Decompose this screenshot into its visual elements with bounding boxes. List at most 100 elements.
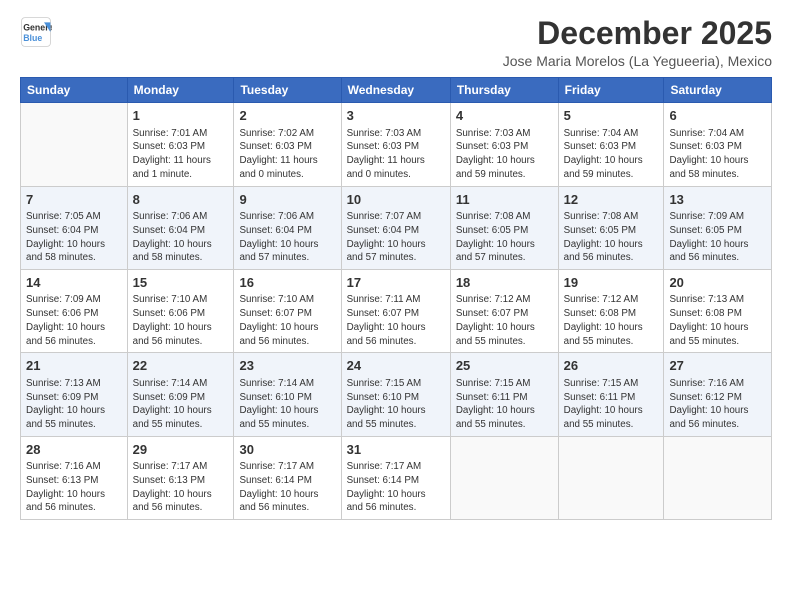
day-info: Sunrise: 7:09 AM Sunset: 6:06 PM Dayligh…: [26, 293, 122, 348]
day-number: 28: [26, 441, 122, 459]
day-number: 24: [347, 357, 445, 375]
day-cell: 20Sunrise: 7:13 AM Sunset: 6:08 PM Dayli…: [664, 269, 772, 352]
title-block: December 2025 Jose Maria Morelos (La Yeg…: [503, 16, 772, 69]
day-cell: 23 Sunrise: 7:14 AM Sunset: 6:10 PM Dayli…: [234, 353, 341, 436]
day-cell: 8Sunrise: 7:06 AM Sunset: 6:04 PM Daylig…: [127, 186, 234, 269]
day-number: 2: [239, 107, 335, 125]
day-number: 20: [669, 274, 766, 292]
day-info: Sunrise: 7:06 AM Sunset: 6:04 PM Dayligh…: [239, 210, 335, 265]
day-cell: 13Sunrise: 7:09 AM Sunset: 6:05 PM Dayli…: [664, 186, 772, 269]
day-info: Sunrise: 7:13 AM Sunset: 6:08 PM Dayligh…: [669, 293, 766, 348]
day-cell: 7Sunrise: 7:05 AM Sunset: 6:04 PM Daylig…: [21, 186, 128, 269]
day-cell: 25Sunrise: 7:15 AM Sunset: 6:11 PM Dayli…: [450, 353, 558, 436]
day-info: Sunrise: 7:14 AM Sunset: 6:09 PM Dayligh…: [133, 377, 229, 432]
day-info: Sunrise: 7:01 AM Sunset: 6:03 PM Dayligh…: [133, 127, 229, 182]
header-row: General Blue December 2025 Jose Maria Mo…: [20, 16, 772, 69]
col-header-saturday: Saturday: [664, 78, 772, 103]
day-cell: [558, 436, 664, 519]
day-info: Sunrise: 7:07 AM Sunset: 6:04 PM Dayligh…: [347, 210, 445, 265]
day-cell: 17Sunrise: 7:11 AM Sunset: 6:07 PM Dayli…: [341, 269, 450, 352]
day-info: Sunrise: 7:15 AM Sunset: 6:11 PM Dayligh…: [564, 377, 659, 432]
col-header-friday: Friday: [558, 78, 664, 103]
week-row-3: 14Sunrise: 7:09 AM Sunset: 6:06 PM Dayli…: [21, 269, 772, 352]
day-number: 6: [669, 107, 766, 125]
day-number: 7: [26, 191, 122, 209]
day-info: Sunrise: 7:12 AM Sunset: 6:07 PM Dayligh…: [456, 293, 553, 348]
col-header-tuesday: Tuesday: [234, 78, 341, 103]
day-number: 9: [239, 191, 335, 209]
day-cell: 26 Sunrise: 7:15 AM Sunset: 6:11 PM Dayli…: [558, 353, 664, 436]
day-info: Sunrise: 7:17 AM Sunset: 6:14 PM Dayligh…: [239, 460, 335, 515]
day-info: Sunrise: 7:12 AM Sunset: 6:08 PM Dayligh…: [564, 293, 659, 348]
day-cell: 12Sunrise: 7:08 AM Sunset: 6:05 PM Dayli…: [558, 186, 664, 269]
day-number: 26: [564, 357, 659, 375]
day-number: 4: [456, 107, 553, 125]
day-number: 21: [26, 357, 122, 375]
day-info: Sunrise: 7:17 AM Sunset: 6:13 PM Dayligh…: [133, 460, 229, 515]
col-header-wednesday: Wednesday: [341, 78, 450, 103]
day-info: Sunrise: 7:10 AM Sunset: 6:07 PM Dayligh…: [239, 293, 335, 348]
svg-text:Blue: Blue: [23, 33, 42, 43]
calendar-page: General Blue December 2025 Jose Maria Mo…: [0, 0, 792, 612]
day-info: Sunrise: 7:11 AM Sunset: 6:07 PM Dayligh…: [347, 293, 445, 348]
calendar-table: SundayMondayTuesdayWednesdayThursdayFrid…: [20, 77, 772, 520]
day-info: Sunrise: 7:13 AM Sunset: 6:09 PM Dayligh…: [26, 377, 122, 432]
day-number: 25: [456, 357, 553, 375]
day-number: 16: [239, 274, 335, 292]
day-info: Sunrise: 7:08 AM Sunset: 6:05 PM Dayligh…: [456, 210, 553, 265]
day-number: 11: [456, 191, 553, 209]
day-cell: 21 Sunrise: 7:13 AM Sunset: 6:09 PM Dayli…: [21, 353, 128, 436]
day-cell: 4 Sunrise: 7:03 AM Sunset: 6:03 PM Daylig…: [450, 103, 558, 186]
day-info: Sunrise: 7:16 AM Sunset: 6:12 PM Dayligh…: [669, 377, 766, 432]
day-info: Sunrise: 7:16 AM Sunset: 6:13 PM Dayligh…: [26, 460, 122, 515]
day-cell: 19Sunrise: 7:12 AM Sunset: 6:08 PM Dayli…: [558, 269, 664, 352]
day-info: Sunrise: 7:04 AM Sunset: 6:03 PM Dayligh…: [669, 127, 766, 182]
day-number: 13: [669, 191, 766, 209]
day-number: 23: [239, 357, 335, 375]
day-info: Sunrise: 7:02 AM Sunset: 6:03 PM Dayligh…: [239, 127, 335, 182]
day-number: 3: [347, 107, 445, 125]
day-info: Sunrise: 7:10 AM Sunset: 6:06 PM Dayligh…: [133, 293, 229, 348]
day-number: 19: [564, 274, 659, 292]
week-row-1: 1 Sunrise: 7:01 AM Sunset: 6:03 PM Daylig…: [21, 103, 772, 186]
day-cell: 28Sunrise: 7:16 AM Sunset: 6:13 PM Dayli…: [21, 436, 128, 519]
day-info: Sunrise: 7:08 AM Sunset: 6:05 PM Dayligh…: [564, 210, 659, 265]
day-number: 14: [26, 274, 122, 292]
day-info: Sunrise: 7:03 AM Sunset: 6:03 PM Dayligh…: [456, 127, 553, 182]
day-info: Sunrise: 7:03 AM Sunset: 6:03 PM Dayligh…: [347, 127, 445, 182]
logo: General Blue: [20, 16, 52, 48]
week-row-4: 21 Sunrise: 7:13 AM Sunset: 6:09 PM Dayli…: [21, 353, 772, 436]
day-cell: 18Sunrise: 7:12 AM Sunset: 6:07 PM Dayli…: [450, 269, 558, 352]
day-number: 5: [564, 107, 659, 125]
day-cell: 1 Sunrise: 7:01 AM Sunset: 6:03 PM Daylig…: [127, 103, 234, 186]
day-number: 30: [239, 441, 335, 459]
col-header-thursday: Thursday: [450, 78, 558, 103]
day-number: 27: [669, 357, 766, 375]
day-cell: 6 Sunrise: 7:04 AM Sunset: 6:03 PM Daylig…: [664, 103, 772, 186]
day-info: Sunrise: 7:14 AM Sunset: 6:10 PM Dayligh…: [239, 377, 335, 432]
day-number: 1: [133, 107, 229, 125]
day-cell: 3 Sunrise: 7:03 AM Sunset: 6:03 PM Daylig…: [341, 103, 450, 186]
day-number: 18: [456, 274, 553, 292]
day-number: 10: [347, 191, 445, 209]
day-cell: 9Sunrise: 7:06 AM Sunset: 6:04 PM Daylig…: [234, 186, 341, 269]
calendar-subtitle: Jose Maria Morelos (La Yegueeria), Mexic…: [503, 53, 772, 69]
day-number: 31: [347, 441, 445, 459]
day-number: 22: [133, 357, 229, 375]
day-cell: 5 Sunrise: 7:04 AM Sunset: 6:03 PM Daylig…: [558, 103, 664, 186]
day-cell: 30Sunrise: 7:17 AM Sunset: 6:14 PM Dayli…: [234, 436, 341, 519]
day-info: Sunrise: 7:06 AM Sunset: 6:04 PM Dayligh…: [133, 210, 229, 265]
calendar-title: December 2025: [503, 16, 772, 51]
col-header-sunday: Sunday: [21, 78, 128, 103]
day-cell: 22 Sunrise: 7:14 AM Sunset: 6:09 PM Dayli…: [127, 353, 234, 436]
day-info: Sunrise: 7:17 AM Sunset: 6:14 PM Dayligh…: [347, 460, 445, 515]
day-cell: 14Sunrise: 7:09 AM Sunset: 6:06 PM Dayli…: [21, 269, 128, 352]
day-cell: [664, 436, 772, 519]
day-info: Sunrise: 7:05 AM Sunset: 6:04 PM Dayligh…: [26, 210, 122, 265]
day-cell: 11Sunrise: 7:08 AM Sunset: 6:05 PM Dayli…: [450, 186, 558, 269]
day-info: Sunrise: 7:04 AM Sunset: 6:03 PM Dayligh…: [564, 127, 659, 182]
day-number: 15: [133, 274, 229, 292]
day-cell: [21, 103, 128, 186]
day-cell: 29Sunrise: 7:17 AM Sunset: 6:13 PM Dayli…: [127, 436, 234, 519]
logo-icon: General Blue: [20, 16, 52, 48]
